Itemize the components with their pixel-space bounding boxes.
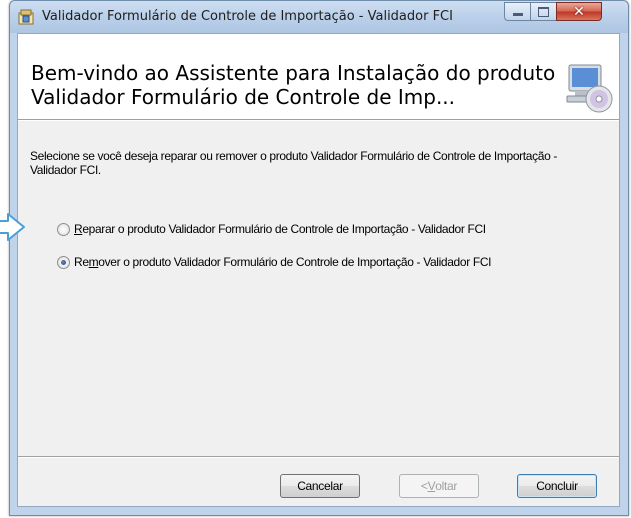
installer-app-icon xyxy=(18,9,34,25)
close-button[interactable]: ✕ xyxy=(556,2,602,21)
banner-title: Bem-vindo ao Assistente para Instalação … xyxy=(31,61,556,109)
remove-radio[interactable] xyxy=(57,255,70,269)
close-icon: ✕ xyxy=(573,3,585,20)
cancel-button[interactable]: Cancelar xyxy=(280,474,360,498)
back-mnemonic: V xyxy=(427,479,436,493)
maximize-button[interactable] xyxy=(530,2,557,21)
header-separator xyxy=(18,119,619,121)
repair-option[interactable]: Reparar o produto Validador Formulário d… xyxy=(57,222,486,236)
footer-separator xyxy=(18,456,619,458)
repair-radio[interactable] xyxy=(57,222,70,236)
radio-selected-dot xyxy=(61,259,66,265)
maximize-icon xyxy=(538,6,549,17)
back-label-rest: oltar xyxy=(435,479,458,493)
header-banner: Bem-vindo ao Assistente para Instalação … xyxy=(18,34,619,119)
remove-option[interactable]: Remover o produto Validador Formulário d… xyxy=(57,255,491,269)
window-title: Validador Formulário de Controle de Impo… xyxy=(42,9,453,24)
repair-option-label: Reparar o produto Validador Formulário d… xyxy=(74,222,486,236)
remove-label-rest: over o produto Validador Formulário de C… xyxy=(98,255,492,269)
computer-cd-icon xyxy=(566,64,613,113)
minimize-button[interactable] xyxy=(504,2,531,21)
remove-label-prefix: Re xyxy=(74,255,89,269)
title-bar[interactable]: Validador Formulário de Controle de Impo… xyxy=(10,1,628,33)
finish-button[interactable]: Concluir xyxy=(517,474,597,498)
arrow-right-icon xyxy=(0,213,25,241)
back-button[interactable]: < Voltar xyxy=(399,474,479,498)
instructions-text: Selecione se você deseja reparar ou remo… xyxy=(30,149,558,177)
minimize-icon xyxy=(512,13,523,16)
back-prefix: < xyxy=(420,479,428,493)
remove-option-label: Remover o produto Validador Formulário d… xyxy=(74,255,491,269)
remove-mnemonic: m xyxy=(88,255,99,269)
repair-label-rest: eparar o produto Validador Formulário de… xyxy=(82,222,486,236)
dialog-client-area: Bem-vindo ao Assistente para Instalação … xyxy=(17,33,620,507)
installer-window: Validador Formulário de Controle de Impo… xyxy=(9,0,629,516)
